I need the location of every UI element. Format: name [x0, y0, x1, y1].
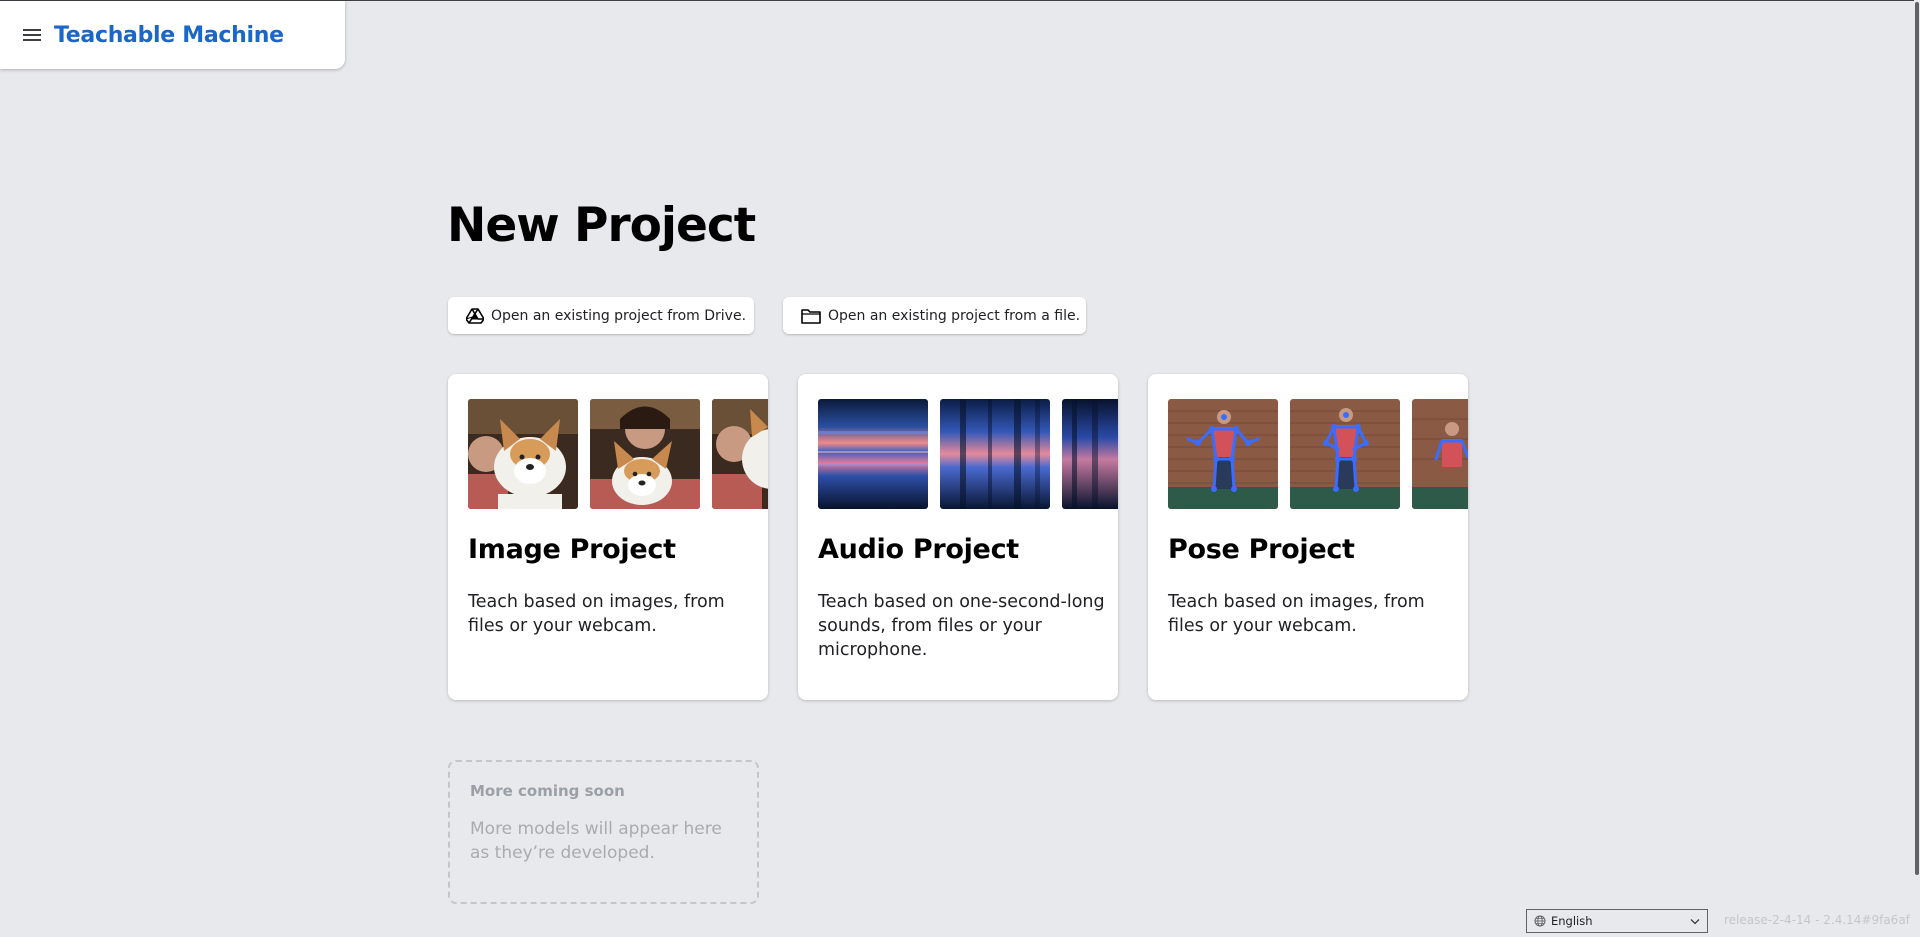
thumbnail-image [590, 399, 700, 509]
image-project-card[interactable]: Image Project Teach based on images, fro… [448, 374, 768, 700]
thumbnail-spectrogram [818, 399, 928, 509]
pose-project-thumbnails [1168, 399, 1468, 509]
app-title[interactable]: Teachable Machine [54, 23, 284, 48]
google-drive-icon [466, 307, 484, 324]
folder-icon [801, 308, 821, 324]
image-project-title: Image Project [468, 534, 676, 565]
coming-soon-title: More coming soon [470, 782, 625, 800]
open-from-file-button[interactable]: Open an existing project from a file. [783, 297, 1086, 334]
language-select[interactable]: English [1526, 909, 1708, 933]
thumbnail-pose [1168, 399, 1278, 509]
coming-soon-description: More models will appear here as they’re … [470, 819, 722, 863]
image-project-thumbnails [468, 399, 768, 509]
pose-project-description: Teach based on images, from files or you… [1168, 592, 1425, 636]
image-project-description: Teach based on images, from files or you… [468, 592, 725, 636]
audio-project-description: Teach based on one-second-long sounds, f… [818, 592, 1105, 660]
audio-project-card[interactable]: Audio Project Teach based on one-second-… [798, 374, 1118, 700]
pose-project-title: Pose Project [1168, 534, 1355, 565]
thumbnail-image [712, 399, 768, 509]
hamburger-menu-icon[interactable] [20, 23, 44, 47]
language-select-value: English [1551, 914, 1593, 928]
thumbnail-spectrogram [940, 399, 1050, 509]
page-title: New Project [447, 198, 756, 253]
pose-project-card[interactable]: Pose Project Teach based on images, from… [1148, 374, 1468, 700]
thumbnail-image [468, 399, 578, 509]
open-from-drive-label: Open an existing project from Drive. [491, 307, 747, 324]
app-header: Teachable Machine [0, 1, 345, 69]
globe-icon [1534, 915, 1546, 927]
scrollbar-thumb[interactable] [1915, 2, 1919, 875]
release-version: release-2-4-14 - 2.4.14#9fa6af [1724, 913, 1910, 927]
chevron-down-icon [1690, 918, 1700, 925]
audio-project-title: Audio Project [818, 534, 1019, 565]
thumbnail-pose [1412, 399, 1468, 509]
open-from-file-label: Open an existing project from a file. [828, 307, 1081, 324]
thumbnail-pose [1290, 399, 1400, 509]
open-from-drive-button[interactable]: Open an existing project from Drive. [448, 297, 754, 334]
audio-project-thumbnails [818, 399, 1118, 509]
page: Teachable Machine New Project Open an ex… [0, 0, 1920, 937]
scrollbar[interactable] [1914, 0, 1920, 937]
coming-soon-placeholder: More coming soon More models will appear… [448, 760, 759, 904]
thumbnail-spectrogram [1062, 399, 1118, 509]
